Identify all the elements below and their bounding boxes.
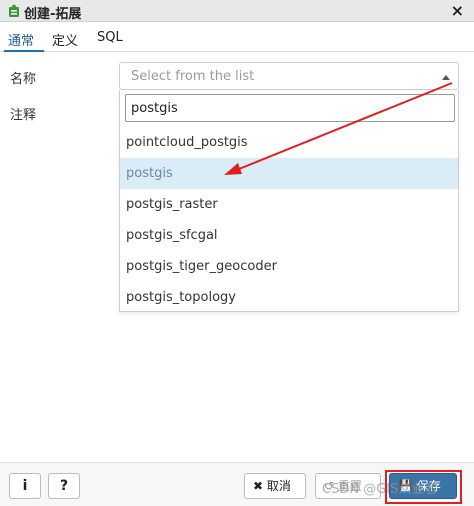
cancel-button[interactable]: ✖ 取消	[244, 473, 306, 499]
window-title: 创建-拓展	[24, 7, 82, 22]
caret-up-icon[interactable]	[442, 75, 450, 80]
name-label: 名称	[10, 72, 37, 87]
help-button[interactable]: ?	[48, 473, 80, 499]
name-select[interactable]: Select from the list	[119, 62, 459, 90]
option-postgis-tiger-geocoder[interactable]: postgis_tiger_geocoder	[120, 251, 458, 282]
info-button[interactable]: i	[9, 473, 41, 499]
select-placeholder: Select from the list	[131, 69, 255, 84]
reset-button[interactable]: ↺ 重置	[315, 473, 381, 499]
title-bar: 创建-拓展 ×	[0, 0, 474, 22]
option-postgis[interactable]: postgis	[120, 158, 458, 189]
tab-sql[interactable]: SQL	[97, 30, 123, 45]
option-postgis-topology[interactable]: postgis_topology	[120, 282, 458, 313]
tab-definition[interactable]: 定义	[52, 30, 78, 49]
close-icon[interactable]: ×	[451, 1, 464, 20]
tab-general[interactable]: 通常	[8, 30, 34, 49]
option-pointcloud-postgis[interactable]: pointcloud_postgis	[120, 127, 458, 158]
puzzle-piece-icon	[9, 4, 19, 17]
save-button[interactable]: 💾 保存	[389, 473, 457, 499]
tab-bar: 通常 定义 SQL	[0, 26, 474, 52]
select-dropdown: pointcloud_postgis postgis postgis_raste…	[119, 90, 459, 312]
dropdown-search-input[interactable]	[125, 94, 455, 122]
active-tab-indicator	[4, 50, 44, 52]
option-postgis-sfcgal[interactable]: postgis_sfcgal	[120, 220, 458, 251]
comment-label: 注释	[10, 108, 37, 123]
option-postgis-raster[interactable]: postgis_raster	[120, 189, 458, 220]
